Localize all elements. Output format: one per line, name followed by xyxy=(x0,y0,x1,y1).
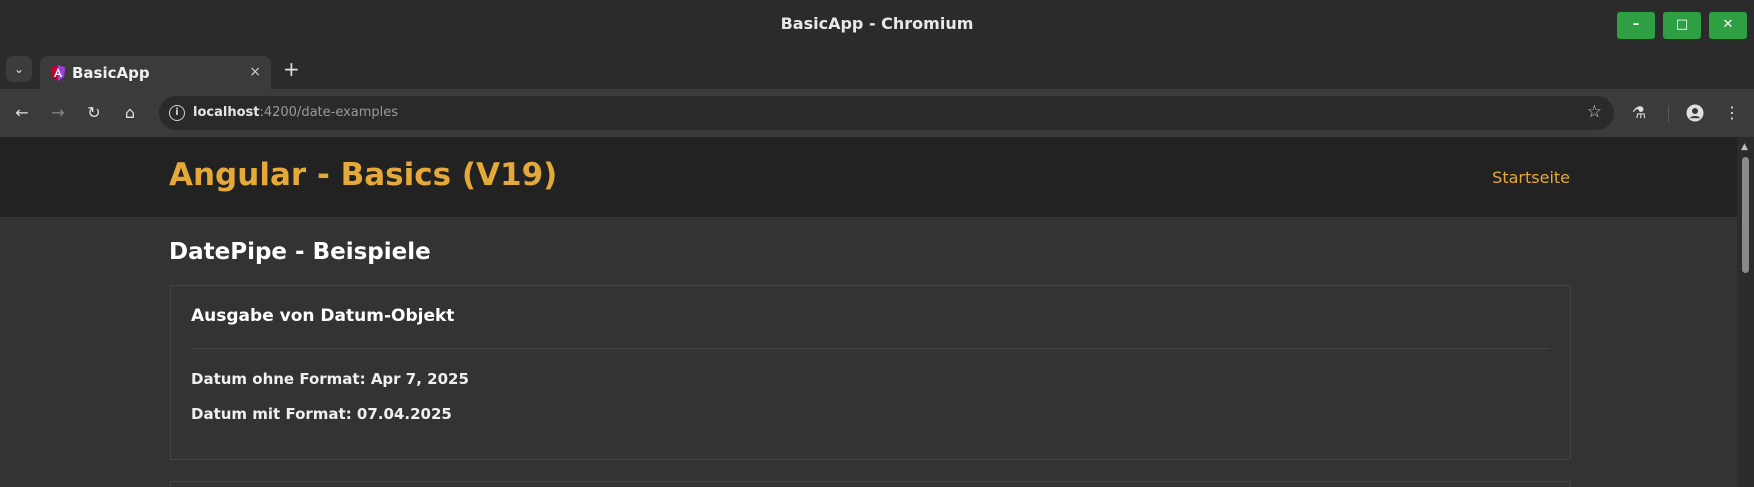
home-button[interactable]: ⌂ xyxy=(116,99,144,127)
maximize-button[interactable]: □ xyxy=(1663,12,1701,39)
card-title: Ausgabe von Datum-Objekt xyxy=(191,306,455,326)
app-title[interactable]: Angular - Basics (V19) xyxy=(169,157,557,193)
date-card: Ausgabe von Datum-Objekt Datum ohne Form… xyxy=(170,285,1571,460)
forward-button[interactable]: → xyxy=(44,99,72,127)
menu-kebab-icon[interactable]: ⋮ xyxy=(1718,99,1746,127)
new-tab-button[interactable]: + xyxy=(283,57,300,81)
labs-flask-icon[interactable]: ⚗ xyxy=(1625,99,1653,127)
toolbar-separator xyxy=(1668,106,1669,122)
nav-link-startseite[interactable]: Startseite xyxy=(1492,168,1570,187)
scroll-thumb[interactable] xyxy=(1742,157,1749,273)
minimize-button[interactable]: – xyxy=(1617,12,1655,39)
url-path: :4200/date-examples xyxy=(259,105,399,120)
tab-close-icon[interactable]: × xyxy=(249,64,261,80)
date-with-format: Datum mit Format: 07.04.2025 xyxy=(191,405,452,423)
browser-toolbar: ← → ↻ ⌂ i localhost:4200/date-examples ☆… xyxy=(0,89,1754,137)
tab-basicapp[interactable]: BasicApp × xyxy=(40,56,271,90)
address-bar[interactable]: i localhost:4200/date-examples ☆ xyxy=(159,96,1614,130)
angular-icon xyxy=(50,64,66,82)
reload-button[interactable]: ↻ xyxy=(80,99,108,127)
window-titlebar: BasicApp - Chromium – □ ✕ xyxy=(0,0,1754,49)
window-title: BasicApp - Chromium xyxy=(780,14,974,33)
close-window-button[interactable]: ✕ xyxy=(1709,12,1747,39)
url-host: localhost xyxy=(193,105,260,120)
page-title: DatePipe - Beispiele xyxy=(169,239,431,265)
page-scrollbar[interactable]: ▲ xyxy=(1737,137,1754,487)
bookmark-star-icon[interactable]: ☆ xyxy=(1587,102,1602,122)
app-header: Angular - Basics (V19) Startseite xyxy=(0,137,1737,217)
url-text[interactable]: localhost:4200/date-examples xyxy=(193,105,398,120)
site-info-icon[interactable]: i xyxy=(169,105,185,121)
chevron-down-icon: ⌄ xyxy=(13,62,25,76)
tab-title: BasicApp xyxy=(72,64,150,82)
back-button[interactable]: ← xyxy=(8,99,36,127)
card-divider xyxy=(191,348,1550,349)
scroll-up-arrow-icon[interactable]: ▲ xyxy=(1741,142,1748,152)
tab-search-button[interactable]: ⌄ xyxy=(6,56,32,82)
page-viewport: Angular - Basics (V19) Startseite DatePi… xyxy=(0,137,1737,487)
profile-icon[interactable] xyxy=(1681,99,1709,127)
date-without-format: Datum ohne Format: Apr 7, 2025 xyxy=(191,370,469,388)
next-card xyxy=(170,481,1571,487)
tab-strip: ⌄ BasicApp × + xyxy=(0,49,1754,90)
